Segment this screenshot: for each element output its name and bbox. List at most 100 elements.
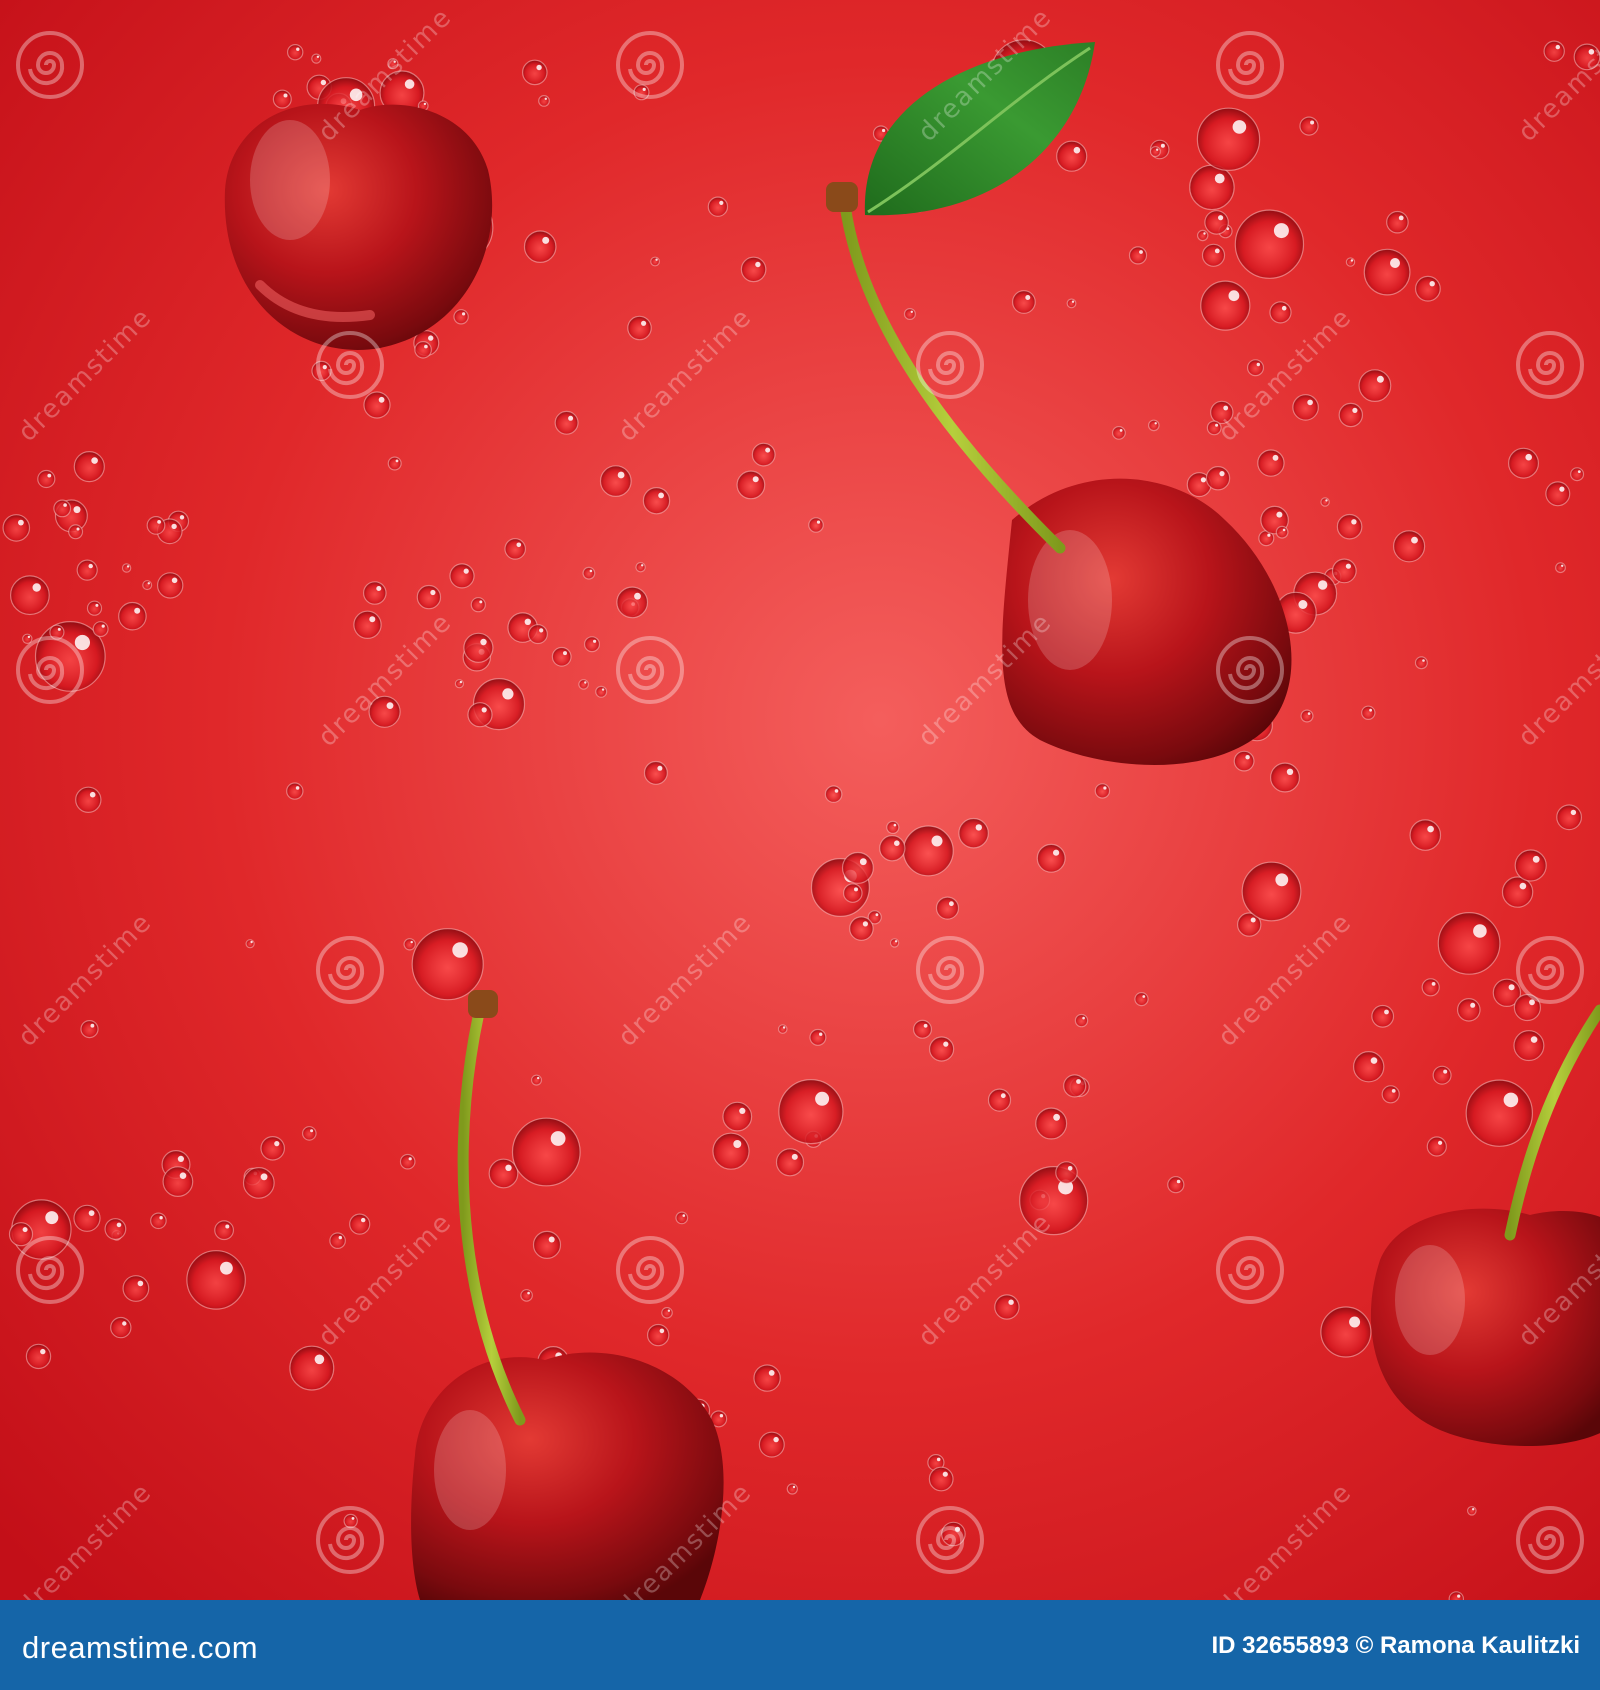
bubble-highlight	[1307, 712, 1311, 715]
bubble	[1570, 467, 1585, 482]
bubble-highlight	[1298, 600, 1308, 609]
bubble-highlight	[1276, 511, 1283, 518]
bubble	[92, 621, 109, 638]
photo-stage: dreamstime dreamstime dreamstime dreamstime…	[0, 0, 1600, 1600]
bubble	[1556, 804, 1582, 831]
bubble	[928, 1036, 955, 1062]
bubble	[1241, 861, 1302, 922]
bubble-highlight	[524, 618, 531, 625]
bubble	[1269, 301, 1292, 324]
bubble	[758, 1431, 785, 1458]
bubble-highlight	[283, 93, 288, 98]
bubble-highlight	[1369, 708, 1372, 712]
bubble-highlight	[1310, 120, 1315, 125]
bubble	[414, 340, 432, 359]
bubble-highlight	[1431, 982, 1436, 986]
bubble-highlight	[430, 589, 436, 596]
bubble-highlight	[361, 1217, 366, 1223]
bubble-highlight	[452, 942, 468, 958]
bubble-highlight	[658, 492, 664, 499]
bubble-highlight	[316, 55, 320, 58]
bubble	[740, 256, 767, 283]
bubble	[842, 883, 863, 903]
bubble	[504, 538, 526, 560]
bubble	[987, 1088, 1012, 1112]
bubble-highlight	[1503, 1092, 1519, 1108]
bubble	[532, 1230, 562, 1260]
bubble	[1432, 1065, 1452, 1085]
bubble	[8, 1222, 34, 1247]
bubble	[523, 230, 557, 263]
bubble	[650, 256, 660, 267]
bubble-highlight	[819, 1032, 823, 1036]
bubble-highlight	[74, 634, 90, 651]
bubble-highlight	[157, 520, 162, 524]
bubble	[1338, 402, 1364, 428]
bubble-highlight	[1384, 1009, 1389, 1015]
bubble-highlight	[642, 87, 646, 91]
bubble	[595, 685, 608, 698]
bubble	[399, 1153, 416, 1170]
bubble-highlight	[1275, 873, 1289, 887]
bubble-highlight	[424, 344, 428, 349]
bubble-highlight	[1350, 259, 1354, 262]
bubble-highlight	[63, 503, 67, 507]
bubble	[1128, 246, 1148, 265]
bubble	[675, 1211, 689, 1225]
bubble-highlight	[1219, 471, 1225, 477]
bubble	[824, 785, 843, 803]
bubble	[1035, 1107, 1068, 1140]
bubble-highlight	[768, 1370, 775, 1376]
bubble	[849, 916, 874, 941]
bubble-highlight	[641, 320, 647, 326]
bubble	[156, 572, 184, 599]
bubble	[1196, 229, 1209, 242]
bubble-highlight	[1214, 248, 1220, 254]
bubble	[1543, 40, 1565, 62]
bubble-highlight	[1570, 809, 1577, 816]
bubble-highlight	[682, 1214, 686, 1217]
bubble-highlight	[1555, 44, 1561, 50]
bubble	[935, 896, 960, 920]
bubble	[416, 584, 442, 610]
bubble	[162, 1166, 194, 1197]
bubble	[1414, 656, 1428, 670]
bubble-highlight	[563, 651, 567, 656]
bubble-highlight	[32, 583, 41, 592]
bubble-highlight	[755, 261, 761, 268]
bubble-highlight	[862, 921, 869, 927]
footer-credit: ID 32655893 © Ramona Kaulitzki	[1211, 1632, 1580, 1660]
bubble	[1507, 447, 1539, 479]
bubble	[1234, 209, 1305, 279]
bubble-highlight	[116, 1222, 122, 1228]
bubble-highlight	[1345, 563, 1351, 569]
bubble-highlight	[1232, 120, 1247, 134]
bubble	[214, 1220, 235, 1241]
bubble-highlight	[539, 628, 544, 633]
footer-site-link[interactable]: dreamstime.com	[22, 1630, 258, 1666]
bubble	[736, 470, 766, 500]
bubble-highlight	[1427, 825, 1434, 833]
bubble-highlight	[369, 616, 376, 623]
bubble	[142, 580, 153, 591]
bubble	[841, 851, 874, 884]
bubble	[245, 939, 255, 949]
bubble-highlight	[1228, 290, 1240, 302]
bubble	[411, 928, 484, 1001]
bubble-highlight	[378, 396, 385, 403]
bubble-highlight	[351, 1517, 355, 1520]
bubble	[879, 835, 906, 862]
bubble-highlight	[1156, 148, 1159, 151]
bubble-highlight	[314, 1354, 325, 1365]
bubble	[362, 581, 387, 605]
bubble-highlight	[225, 1224, 230, 1229]
bubble-highlight	[1438, 1140, 1443, 1145]
bubble-highlight	[1429, 281, 1435, 287]
bubble-highlight	[641, 564, 644, 567]
bubble-highlight	[719, 200, 724, 205]
bubble	[1299, 116, 1319, 136]
bubble-highlight	[177, 1155, 184, 1162]
bubble-highlight	[1307, 399, 1313, 406]
bubble-highlight	[95, 603, 99, 607]
bubble	[1066, 298, 1077, 309]
